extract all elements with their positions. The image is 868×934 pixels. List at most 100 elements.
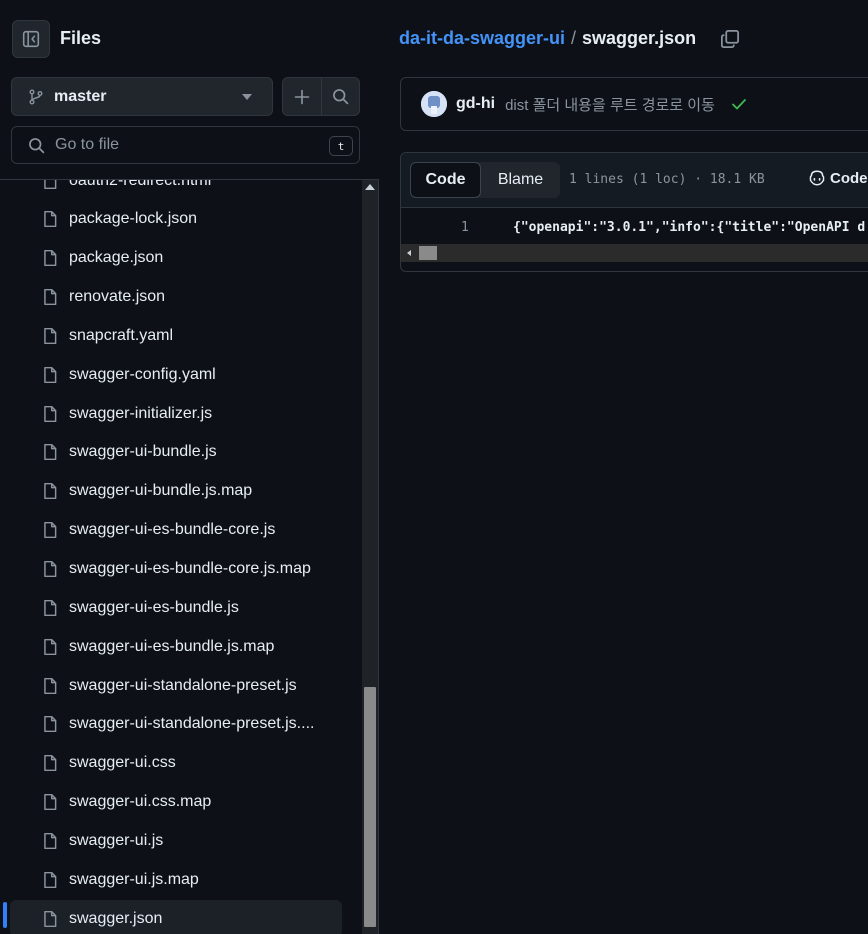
scroll-up-arrow-icon[interactable] (365, 184, 375, 190)
file-tree-item[interactable]: swagger-ui.css (10, 745, 342, 782)
breadcrumb-file-name: swagger.json (582, 28, 697, 48)
sidebar-header: Files master Go to file t (0, 0, 379, 180)
branch-name: master (54, 87, 107, 105)
copy-icon (721, 30, 739, 48)
file-tree-sidebar: oauth2-redirect.html package-lock.json pac… (0, 0, 379, 934)
file-tree-item[interactable]: swagger-ui-es-bundle-core.js (10, 512, 342, 549)
tab-blame[interactable]: Blame (481, 162, 560, 198)
keyboard-shortcut-hint: t (329, 136, 353, 156)
copilot-icon (809, 170, 825, 186)
file-tree-item-label: swagger-ui.css.map (69, 793, 212, 811)
go-to-file-input[interactable] (55, 136, 305, 154)
file-icon (44, 289, 57, 306)
file-tree-item[interactable]: swagger-ui-standalone-preset.js (10, 667, 342, 704)
copilot-button[interactable]: Code (808, 169, 868, 187)
file-icon (44, 560, 57, 578)
commit-message[interactable]: dist 폴더 내용을 루트 경로로 이동 (505, 94, 715, 115)
file-tree-item-label: swagger-initializer.js (69, 404, 213, 422)
file-tree-item[interactable]: snapcraft.yaml (10, 317, 342, 354)
file-tree-item-label: package.json (69, 249, 164, 267)
file-tree-item[interactable]: swagger-ui.js (10, 822, 342, 859)
active-file-indicator (3, 902, 7, 928)
file-tree-item[interactable]: package-lock.json (10, 201, 342, 238)
file-icon (44, 211, 57, 228)
code-toolbar: Code Blame 1 lines (1 loc) · 18.1 KB Cod… (401, 153, 868, 208)
breadcrumb-repo-link[interactable]: da-it-da-swagger-ui (399, 28, 565, 49)
file-icon (44, 871, 57, 888)
file-tree-item-label: swagger-ui.js.map (69, 870, 199, 888)
file-tree-item[interactable]: swagger-ui-bundle.js.map (10, 473, 342, 510)
file-tree-item-label: swagger-ui.css (69, 754, 176, 772)
line-number[interactable]: 1 (461, 220, 469, 235)
file-tree-item-label: swagger-ui.js (69, 831, 164, 849)
file-info: 1 lines (1 loc) · 18.1 KB (569, 172, 765, 187)
add-file-button[interactable] (283, 78, 321, 115)
file-tree-item[interactable]: swagger-ui.css.map (10, 784, 342, 821)
file-icon (44, 250, 57, 267)
file-tree-item[interactable]: renovate.json (10, 279, 342, 316)
avatar[interactable] (421, 91, 447, 117)
file-icon (44, 444, 57, 461)
file-icon (44, 638, 57, 655)
file-tree-item[interactable]: swagger-ui-es-bundle-core.js.map (10, 551, 342, 588)
horizontal-scrollbar-thumb[interactable] (419, 246, 437, 260)
file-tree-item[interactable]: swagger.json (10, 900, 342, 934)
scroll-left-arrow-icon[interactable] (407, 250, 411, 256)
file-tree-item[interactable]: swagger-ui-es-bundle.js.map (10, 628, 342, 665)
view-mode-toggle: Code Blame (410, 162, 560, 198)
breadcrumb: da-it-da-swagger-ui / swagger.json (399, 28, 696, 49)
file-tree-item-label: swagger-ui-es-bundle-core.js.map (69, 560, 311, 577)
file-tree-item-label: swagger-ui-standalone-preset.js.... (69, 715, 315, 733)
file-icon (44, 405, 57, 422)
copy-path-button[interactable] (720, 29, 740, 52)
tab-code[interactable]: Code (410, 162, 481, 198)
file-icon (44, 366, 57, 383)
go-to-file-field[interactable]: t (11, 126, 360, 164)
search-code-button[interactable] (321, 78, 359, 115)
commit-author[interactable]: gd-hi (456, 95, 495, 113)
check-icon[interactable] (731, 96, 747, 112)
file-tree-item[interactable]: swagger-ui-bundle.js (10, 434, 342, 471)
sidebar-title: Files (60, 28, 102, 48)
file-tree-item[interactable]: package.json (10, 240, 342, 277)
file-tree-item[interactable]: swagger-initializer.js (10, 395, 342, 432)
file-tree-item[interactable]: swagger-config.yaml (10, 356, 342, 393)
file-tree-item-label: package-lock.json (69, 210, 198, 228)
file-tree-list: oauth2-redirect.html package-lock.json pac… (0, 160, 362, 934)
copilot-label: Code (830, 169, 868, 187)
plus-icon (294, 89, 310, 104)
code-horizontal-scrollbar[interactable] (401, 244, 868, 262)
file-icon (44, 522, 57, 539)
file-tree-item-label: renovate.json (69, 288, 166, 306)
file-tree-item-label: swagger-ui-bundle.js (69, 443, 217, 461)
file-icon (44, 755, 57, 772)
sidebar-collapse-icon (22, 30, 40, 48)
file-icon (44, 794, 57, 811)
file-tree-item-label: swagger.json (69, 909, 163, 927)
collapse-sidebar-button[interactable] (12, 20, 50, 58)
search-icon (29, 137, 45, 153)
chevron-down-icon (242, 94, 252, 100)
file-icon (44, 483, 57, 500)
user-avatar-icon (421, 91, 447, 117)
file-tree-item[interactable]: swagger-ui.js.map (10, 861, 342, 898)
file-icon (44, 832, 57, 849)
sidebar-scrollbar[interactable] (362, 180, 378, 934)
file-icon (44, 677, 57, 694)
file-tree-item-label: swagger-ui-bundle.js.map (69, 482, 253, 500)
file-tree-item-label: swagger-ui-es-bundle-core.js (69, 521, 276, 539)
code-line: 1 {"openapi":"3.0.1","info":{"title":"Op… (401, 217, 868, 239)
file-icon (44, 910, 57, 927)
scrollbar-thumb[interactable] (364, 687, 376, 927)
file-icon (44, 599, 57, 616)
latest-commit-bar: gd-hi dist 폴더 내용을 루트 경로로 이동 (400, 77, 868, 131)
search-icon (333, 89, 349, 105)
file-tree-item-label: swagger-ui-es-bundle.js (69, 598, 239, 616)
file-tree-item[interactable]: swagger-ui-es-bundle.js (10, 589, 342, 626)
branch-selector-button[interactable]: master (11, 77, 273, 116)
git-branch-icon (29, 89, 43, 104)
file-tree-item-label: snapcraft.yaml (69, 326, 174, 344)
file-tree-item-label: swagger-ui-standalone-preset.js (69, 676, 297, 694)
code-viewer: Code Blame 1 lines (1 loc) · 18.1 KB Cod… (400, 152, 868, 272)
file-tree-item[interactable]: swagger-ui-standalone-preset.js.... (10, 706, 342, 743)
